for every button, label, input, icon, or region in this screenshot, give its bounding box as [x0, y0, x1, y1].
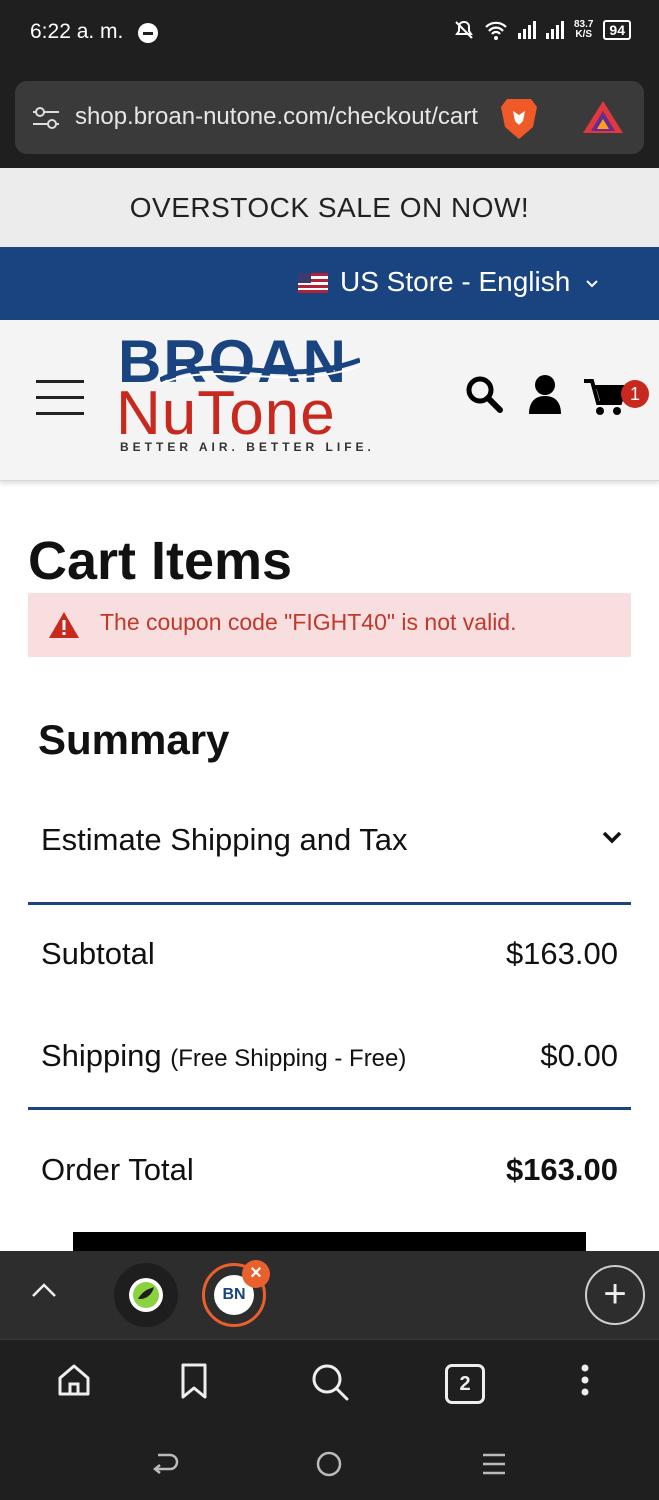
subtotal-label: Subtotal [41, 936, 155, 971]
network-speed: 83.7 K/S [573, 19, 594, 40]
browser-toolbar: shop.broan-nutone.com/checkout/cart [0, 68, 659, 168]
warning-icon [49, 612, 79, 638]
chevron-down-icon [602, 831, 622, 844]
site-settings-icon[interactable] [31, 105, 61, 131]
tab-favicon-1[interactable] [114, 1263, 178, 1327]
new-tab-button[interactable]: + [585, 1265, 645, 1325]
shipping-method: (Free Shipping - Free) [170, 1045, 407, 1072]
site-header: BROAN NuTone BETTER AIR. BETTER LIFE. 1 [0, 320, 659, 481]
logo-tagline: BETTER AIR. BETTER LIFE. [120, 440, 375, 454]
us-flag-icon [298, 273, 328, 293]
shipping-label: Shipping [41, 1038, 162, 1073]
summary-title: Summary [38, 716, 230, 763]
subtotal-value: $163.00 [505, 936, 618, 971]
browser-bottom-nav: 2 [0, 1339, 659, 1428]
status-bar: 6:22 a. m. 83.7 K/S 94 [0, 0, 659, 68]
page-title: Cart Items [28, 531, 293, 591]
silent-bell-icon [455, 20, 473, 39]
coupon-error-alert: The coupon code "FIGHT40" is not valid. [28, 593, 631, 657]
home-icon[interactable] [56, 1362, 92, 1398]
home-button-icon[interactable] [315, 1450, 343, 1478]
url-text[interactable]: shop.broan-nutone.com/checkout/cart [75, 103, 483, 131]
more-options-icon[interactable] [578, 1362, 592, 1398]
estimate-shipping-label: Estimate Shipping and Tax [41, 822, 408, 857]
signal-icon-2 [545, 21, 564, 39]
battery-indicator: 94 [603, 20, 631, 40]
chevron-down-icon [586, 280, 598, 288]
search-icon[interactable] [464, 374, 504, 414]
cart-icon[interactable] [584, 378, 626, 416]
order-total-value: $163.00 [505, 1152, 618, 1187]
tab-count-button[interactable]: 2 [445, 1364, 485, 1404]
cart-count-badge: 1 [621, 380, 649, 408]
address-bar[interactable]: shop.broan-nutone.com/checkout/cart [15, 81, 644, 154]
status-time: 6:22 a. m. [30, 20, 124, 43]
tab-badge-text: BN [222, 1286, 246, 1303]
brave-rewards-icon[interactable] [581, 99, 625, 135]
brave-shields-icon[interactable] [499, 95, 539, 141]
search-icon[interactable] [310, 1362, 350, 1402]
do-not-disturb-icon [138, 23, 158, 43]
chevron-up-icon[interactable] [30, 1281, 58, 1299]
shipping-label-group: Shipping (Free Shipping - Free) [41, 1038, 406, 1074]
shipping-value: $0.00 [540, 1038, 618, 1073]
store-label[interactable]: US Store - English [340, 266, 570, 298]
menu-icon[interactable] [36, 380, 84, 416]
divider [28, 1107, 631, 1110]
back-icon[interactable] [150, 1449, 180, 1479]
bookmark-icon[interactable] [180, 1362, 208, 1400]
tab-strip: BN × + [0, 1251, 659, 1339]
store-switcher[interactable]: US Store - English [0, 247, 659, 320]
system-navigation-bar [0, 1427, 659, 1500]
logo-nutone: NuTone [116, 379, 336, 448]
order-total-label: Order Total [41, 1152, 194, 1187]
account-icon[interactable] [527, 374, 563, 414]
recent-apps-icon[interactable] [481, 1451, 507, 1477]
signal-icon [517, 21, 536, 39]
alert-message: The coupon code "FIGHT40" is not valid. [100, 609, 517, 635]
close-tab-icon[interactable]: × [242, 1260, 270, 1288]
promo-banner[interactable]: OVERSTOCK SALE ON NOW! [0, 168, 659, 247]
leaf-logo-icon [129, 1278, 163, 1312]
estimate-shipping-toggle[interactable]: Estimate Shipping and Tax [28, 800, 631, 905]
wifi-icon [485, 21, 507, 40]
